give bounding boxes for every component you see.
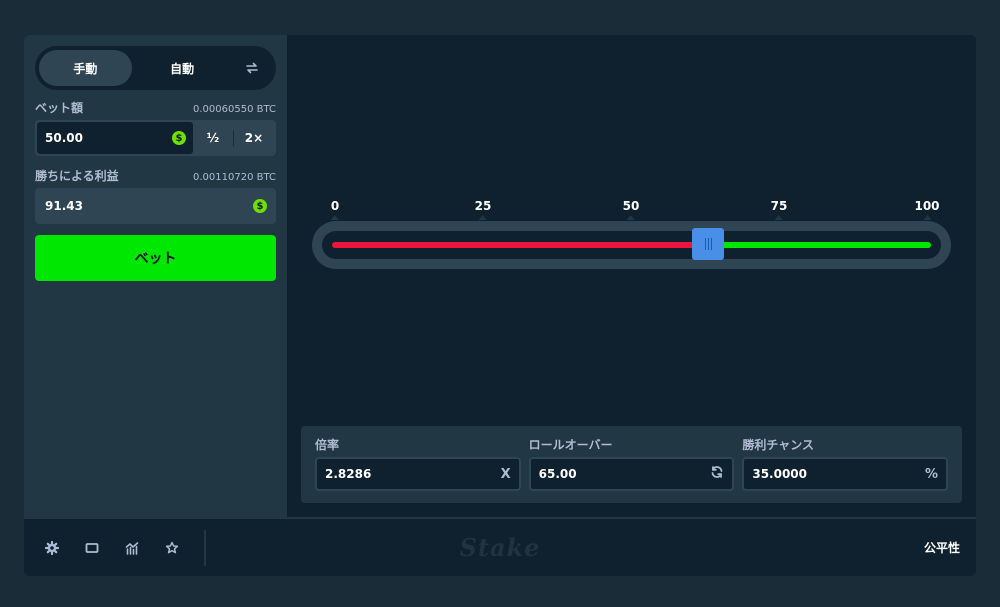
- double-button[interactable]: 2×: [234, 122, 274, 154]
- tick-mark: [330, 215, 339, 220]
- roll-over-value: 65.00: [538, 467, 577, 481]
- tick-text: 100: [914, 199, 940, 213]
- bet-amount-group: 50.00 $ ½ 2×: [35, 120, 276, 156]
- tick-text: 0: [330, 199, 340, 213]
- win-chance-stat: 勝利チャンス 35.0000 %: [742, 436, 949, 493]
- multiplier-suffix: X: [500, 466, 511, 482]
- lose-range: [332, 242, 709, 248]
- bet-button[interactable]: ベット: [35, 235, 276, 281]
- tick-mark: [626, 215, 635, 220]
- swap-arrows-icon[interactable]: [233, 50, 272, 86]
- win-range: [708, 242, 931, 248]
- bet-sidebar: 手動 自動 ベット額 0.00060550 BTC 50.00 $ ½ 2× 勝…: [24, 35, 287, 517]
- slider-ticks: 0 25 50 75 100: [331, 199, 940, 220]
- half-button[interactable]: ½: [193, 122, 233, 154]
- profit-input[interactable]: 91.43 $: [37, 190, 274, 222]
- stats-chart-icon[interactable]: [112, 528, 152, 568]
- tick-mark: [923, 215, 931, 220]
- gear-icon[interactable]: [32, 528, 72, 568]
- refresh-icon[interactable]: [710, 465, 724, 483]
- multiplier-input[interactable]: 2.8286 X: [315, 457, 521, 491]
- star-icon[interactable]: [152, 528, 192, 568]
- tick-text: 25: [474, 199, 492, 213]
- multiplier-value: 2.8286: [325, 467, 372, 481]
- game-area: 0 25 50 75 100 倍率 2.8286 X ロールオーバー 65.00…: [287, 35, 976, 517]
- bet-amount-input[interactable]: 50.00 $: [37, 122, 193, 154]
- roll-over-stat: ロールオーバー 65.00: [528, 436, 735, 493]
- roll-over-label: ロールオーバー: [528, 438, 613, 452]
- bet-amount-value: 50.00: [45, 131, 83, 145]
- profit-group: 91.43 $: [35, 188, 276, 224]
- bet-amount-label-row: ベット額 0.00060550 BTC: [35, 99, 276, 116]
- mode-tabs: 手動 自動: [35, 46, 276, 90]
- bet-amount-btc: 0.00060550 BTC: [193, 104, 276, 115]
- win-chance-input[interactable]: 35.0000 %: [742, 457, 949, 491]
- footer-bar: Stake 公平性: [24, 517, 976, 576]
- multiplier-label: 倍率: [315, 438, 340, 452]
- tab-manual[interactable]: 手動: [39, 50, 132, 86]
- dice-game-app: 手動 自動 ベット額 0.00060550 BTC 50.00 $ ½ 2× 勝…: [24, 35, 976, 576]
- grip-icon: [704, 238, 712, 250]
- profit-value: 91.43: [45, 199, 83, 213]
- slider-tick-label: 50: [622, 199, 640, 220]
- roll-over-input[interactable]: 65.00: [528, 457, 735, 491]
- win-chance-suffix: %: [924, 466, 939, 482]
- profit-label-row: 勝ちによる利益 0.00110720 BTC: [35, 167, 276, 184]
- slider-tick-label: 75: [770, 199, 788, 220]
- slider-tick-label: 100: [914, 199, 940, 220]
- slider-tick-label: 25: [474, 199, 492, 220]
- roll-slider: [312, 221, 951, 269]
- square-icon[interactable]: [72, 528, 112, 568]
- stats-panel: 倍率 2.8286 X ロールオーバー 65.00 勝利チャンス 35.0000…: [301, 426, 962, 503]
- tick-text: 75: [770, 199, 788, 213]
- profit-btc: 0.00110720 BTC: [193, 172, 276, 183]
- win-chance-label: 勝利チャンス: [742, 438, 814, 452]
- tab-auto[interactable]: 自動: [136, 50, 229, 86]
- dollar-coin-icon: $: [172, 131, 186, 145]
- slider-tick-label: 0: [330, 199, 340, 220]
- dollar-coin-icon: $: [253, 199, 267, 213]
- bet-amount-label: ベット額: [35, 101, 84, 115]
- footer-icons: [24, 528, 206, 568]
- slider-inner: [322, 228, 941, 260]
- fairness-link[interactable]: 公平性: [924, 539, 960, 556]
- tick-mark: [774, 215, 783, 220]
- win-chance-value: 35.0000: [752, 467, 807, 481]
- tick-mark: [478, 215, 487, 220]
- profit-label: 勝ちによる利益: [35, 169, 119, 183]
- multiplier-stat: 倍率 2.8286 X: [315, 436, 521, 493]
- slider-handle[interactable]: [692, 228, 725, 260]
- tick-text: 50: [622, 199, 640, 213]
- stake-logo: Stake: [459, 533, 541, 562]
- slider-track[interactable]: [332, 242, 931, 248]
